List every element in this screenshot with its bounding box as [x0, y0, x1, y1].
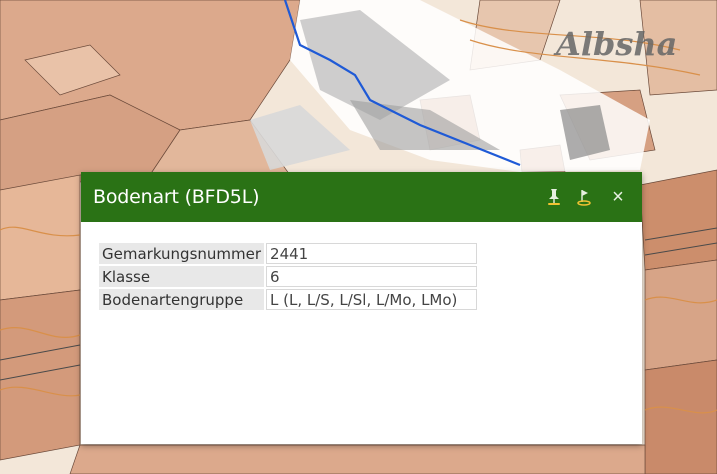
table-row: Bodenartengruppe L (L, L/S, L/Sl, L/Mo, …	[99, 289, 478, 310]
attribute-value: 2441	[266, 243, 478, 264]
map-place-label: Albsha	[553, 25, 677, 63]
attribute-key: Bodenartengruppe	[99, 289, 265, 310]
attribute-table: Gemarkungsnummer 2441 Klasse 6 Bodenarte…	[97, 241, 479, 312]
info-popup: Bodenart (BFD5L) × Gemarkungsnummer 2441…	[81, 172, 642, 444]
pin-icon[interactable]	[542, 185, 566, 209]
popup-header: Bodenart (BFD5L) ×	[81, 172, 642, 222]
table-row: Gemarkungsnummer 2441	[99, 243, 478, 264]
attribute-key: Klasse	[99, 266, 265, 287]
locate-icon[interactable]	[572, 185, 596, 209]
close-button[interactable]: ×	[606, 185, 630, 209]
attribute-value: L (L, L/S, L/Sl, L/Mo, LMo)	[266, 289, 478, 310]
attribute-value: 6	[266, 266, 478, 287]
popup-title: Bodenart (BFD5L)	[93, 186, 260, 208]
table-row: Klasse 6	[99, 266, 478, 287]
attribute-key: Gemarkungsnummer	[99, 243, 265, 264]
